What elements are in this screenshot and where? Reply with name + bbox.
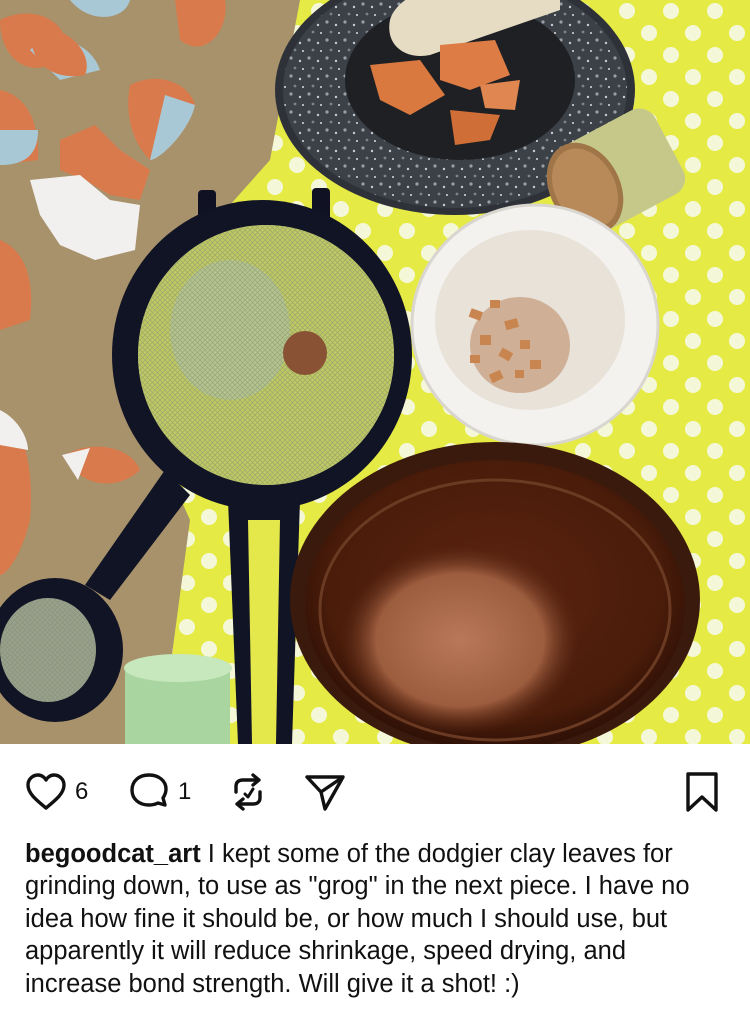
repost-button[interactable] bbox=[227, 772, 269, 812]
repost-icon bbox=[234, 773, 262, 811]
comment-button[interactable]: 1 bbox=[128, 772, 191, 812]
like-count: 6 bbox=[75, 778, 89, 805]
comment-icon bbox=[130, 773, 168, 807]
caption-username[interactable]: begoodcat_art bbox=[25, 840, 201, 868]
comment-count: 1 bbox=[178, 778, 192, 805]
like-button[interactable]: 6 bbox=[25, 772, 88, 812]
share-icon bbox=[305, 775, 345, 811]
photo-illustration bbox=[0, 0, 750, 744]
bookmark-icon bbox=[686, 772, 718, 812]
post-caption: begoodcat_art I kept some of the dodgier… bbox=[25, 838, 725, 1000]
save-button[interactable] bbox=[684, 771, 720, 813]
post-actions-bar: 6 1 bbox=[0, 762, 750, 826]
share-button[interactable] bbox=[303, 772, 347, 812]
post-photo[interactable] bbox=[0, 0, 750, 744]
heart-icon bbox=[26, 773, 66, 810]
